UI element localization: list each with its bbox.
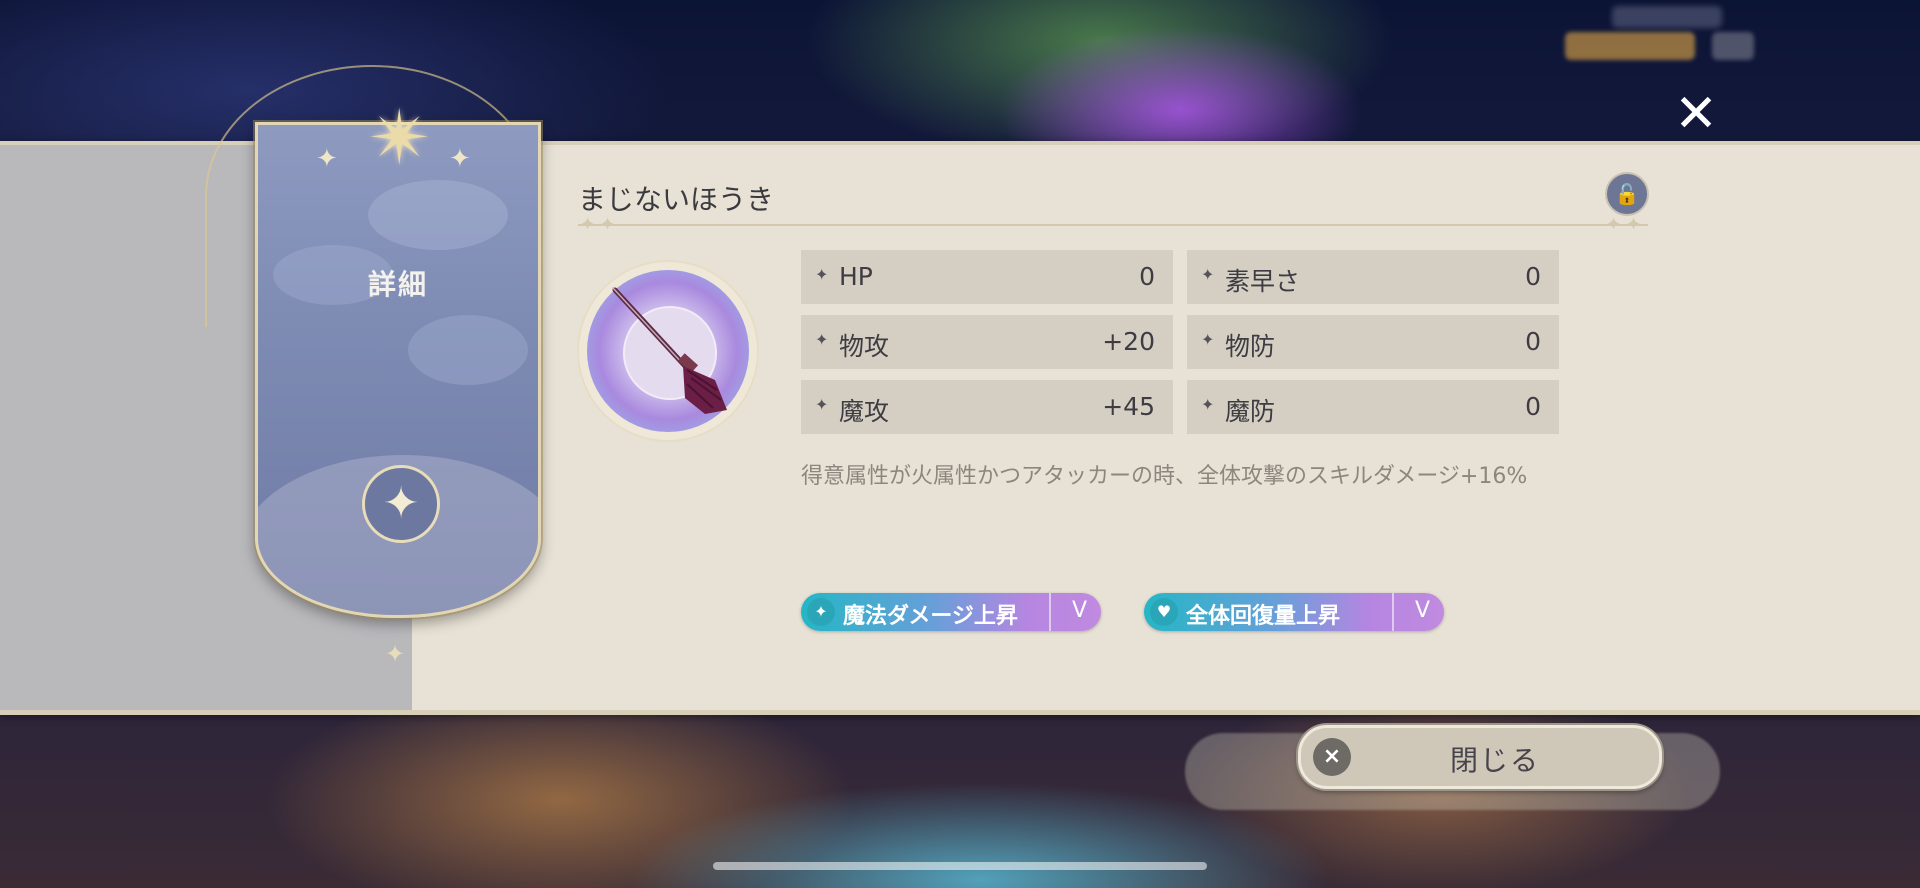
stat-mark-icon: ✦ xyxy=(815,265,829,284)
stat-mark-icon: ✦ xyxy=(1201,330,1215,349)
banner-label: 詳細 xyxy=(367,268,428,301)
sparkle-icon: ✦ xyxy=(385,640,406,668)
close-icon[interactable]: ✕ xyxy=(1668,86,1724,142)
stat-label: 魔防 xyxy=(1225,397,1276,426)
stat-value: +45 xyxy=(1102,392,1155,421)
sparkle-icon: ✦ xyxy=(316,144,338,174)
eight-point-star-icon: ✴ xyxy=(368,93,432,182)
pill-divider xyxy=(1049,593,1051,631)
stat-value: 0 xyxy=(1525,327,1541,356)
star-medal-icon: ✦ xyxy=(362,465,440,543)
stat-label: 物防 xyxy=(1225,332,1276,361)
stat-label: 物攻 xyxy=(839,332,890,361)
stat-value: 0 xyxy=(1525,392,1541,421)
stat-mark-icon: ✦ xyxy=(815,395,829,414)
stat-speed: ✦ 素早さ 0 xyxy=(1187,250,1559,304)
blurred-hud-badge xyxy=(1565,32,1695,60)
detail-banner: 詳細 ✦ xyxy=(255,122,541,618)
skill-rank: V xyxy=(1071,598,1087,623)
wand-icon: ✦ xyxy=(807,598,835,626)
stat-physical-attack: ✦ 物攻 +20 xyxy=(801,315,1173,369)
skill-label: 魔法ダメージ上昇 xyxy=(843,604,1018,629)
close-button[interactable]: × 閉じる xyxy=(1298,725,1662,789)
heart-icon: ♥ xyxy=(1150,598,1178,626)
item-icon-frame xyxy=(579,262,757,440)
lock-icon[interactable]: 🔓 xyxy=(1605,172,1649,216)
skill-pill-heal-up[interactable]: ♥ 全体回復量上昇 V xyxy=(1144,593,1444,631)
title-divider xyxy=(578,224,1648,226)
broom-icon xyxy=(612,287,727,414)
stat-label: 魔攻 xyxy=(839,397,890,426)
sparkle-icon: ✦ xyxy=(449,144,471,174)
close-button-label: 閉じる xyxy=(1449,744,1540,777)
stat-mark-icon: ✦ xyxy=(815,330,829,349)
stat-mark-icon: ✦ xyxy=(1201,265,1215,284)
divider-ornament: ✦ xyxy=(1606,214,1622,235)
stat-label: HP xyxy=(839,262,873,291)
divider-ornament: ✦ xyxy=(1626,214,1642,235)
item-description: 得意属性が火属性かつアタッカーの時、全体攻撃のスキルダメージ+16% xyxy=(801,464,1528,489)
pill-divider xyxy=(1392,593,1394,631)
banner-cloud xyxy=(368,180,508,250)
stat-magic-attack: ✦ 魔攻 +45 xyxy=(801,380,1173,434)
stat-value: 0 xyxy=(1525,262,1541,291)
blurred-hud-button xyxy=(1712,32,1754,60)
skill-pill-magic-damage[interactable]: ✦ 魔法ダメージ上昇 V xyxy=(801,593,1101,631)
stat-value: 0 xyxy=(1139,262,1155,291)
divider-ornament: ✦ xyxy=(580,214,596,235)
skill-label: 全体回復量上昇 xyxy=(1186,604,1341,629)
banner-cloud xyxy=(408,315,528,385)
item-name: まじないほうき xyxy=(578,183,775,216)
stat-magic-defense: ✦ 魔防 0 xyxy=(1187,380,1559,434)
stat-value: +20 xyxy=(1102,327,1155,356)
home-indicator[interactable] xyxy=(713,862,1207,870)
divider-ornament: ✦ xyxy=(600,214,616,235)
stat-physical-defense: ✦ 物防 0 xyxy=(1187,315,1559,369)
item-icon-background xyxy=(587,270,749,432)
blurred-hud-label xyxy=(1612,6,1722,28)
skill-rank: V xyxy=(1414,598,1430,623)
stat-label: 素早さ xyxy=(1225,267,1301,296)
stat-mark-icon: ✦ xyxy=(1201,395,1215,414)
stat-hp: ✦ HP 0 xyxy=(801,250,1173,304)
